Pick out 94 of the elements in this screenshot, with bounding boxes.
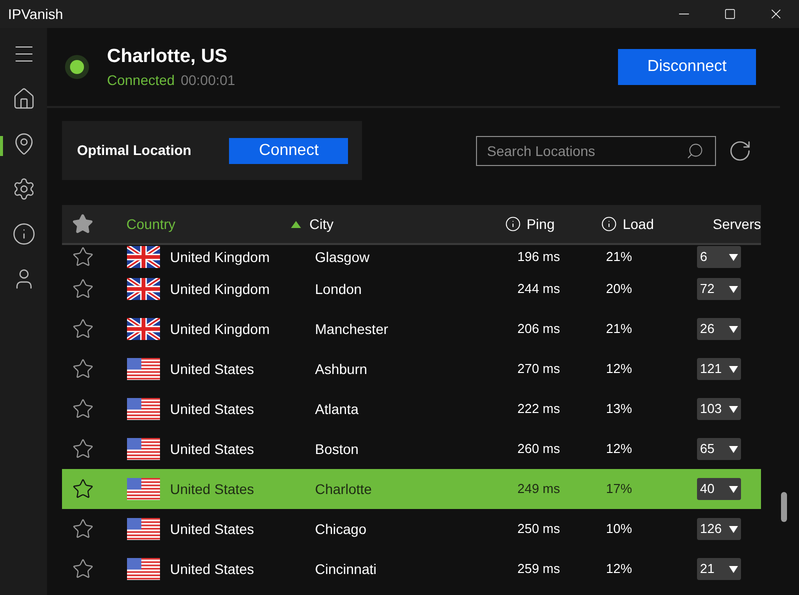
load-cell-text: 20%: [606, 280, 634, 298]
location-row[interactable]: United States Ashburn 270 ms 12% 121: [62, 349, 761, 389]
caret-icon: [729, 486, 738, 492]
search-field[interactable]: Search Locations: [476, 136, 716, 166]
servers-dropdown[interactable]: 40: [697, 478, 741, 500]
servers-dropdown[interactable]: 6: [697, 246, 741, 268]
country-cell-text: United States: [170, 560, 256, 578]
country-cell-text: United States: [170, 400, 256, 418]
favorites-star-icon[interactable]: [72, 213, 94, 235]
location-row[interactable]: United States Cincinnati 259 ms 12% 21: [62, 549, 761, 589]
caret-icon: [729, 254, 738, 260]
load-cell-text: 12%: [606, 440, 634, 458]
ping-cell-text: 196 ms: [516, 248, 560, 266]
refresh-icon[interactable]: [728, 138, 752, 162]
servers-dropdown[interactable]: 26: [697, 318, 741, 340]
location-row[interactable]: United States Chicago 250 ms 10% 126: [62, 509, 761, 549]
country-cell-text: United States: [170, 480, 256, 498]
optimal-location-label: Optimal Location: [77, 141, 192, 160]
caret-icon: [729, 366, 738, 372]
ping-cell-text: 270 ms: [516, 360, 560, 378]
favorite-star-icon[interactable]: [72, 478, 94, 500]
favorite-star-icon[interactable]: [72, 558, 94, 580]
country-cell-text: United Kingdom: [170, 320, 271, 339]
city-cell-text: Ashburn: [315, 360, 368, 378]
favorite-star-icon[interactable]: [72, 246, 94, 268]
ping-cell-text: 259 ms: [516, 560, 560, 578]
city-cell-text: Manchester: [315, 320, 390, 338]
country-cell-text: United States: [170, 440, 256, 458]
connection-time: 00:00:01: [180, 70, 236, 90]
window-title: IPVanish: [8, 4, 63, 24]
city-cell-text: Atlanta: [315, 400, 360, 418]
load-cell-text: 13%: [606, 400, 634, 418]
location-row[interactable]: United Kingdom Glasgow 196 ms 21% 6: [62, 245, 761, 269]
servers-dropdown[interactable]: 126: [697, 518, 741, 540]
favorite-star-icon[interactable]: [72, 438, 94, 460]
location-row[interactable]: United Kingdom London 244 ms 20% 72: [62, 269, 761, 309]
servers-dropdown[interactable]: 103: [697, 398, 741, 420]
connection-status: Connected: [107, 70, 175, 90]
info-icon[interactable]: [12, 222, 36, 246]
load-cell-text: 10%: [606, 520, 634, 538]
load-cell-text: 12%: [606, 360, 634, 378]
column-header[interactable]: Load: [622, 214, 654, 234]
ping-cell-text: 250 ms: [516, 520, 560, 538]
ping-cell-text: 260 ms: [516, 440, 560, 458]
country-cell-text: United Kingdom: [170, 280, 271, 299]
country-cell-text: United States: [170, 520, 256, 538]
scrollbar-thumb[interactable]: [781, 492, 787, 522]
location-row[interactable]: United States Boston 260 ms 12% 65: [62, 429, 761, 469]
location-row[interactable]: United States Charlotte 249 ms 17% 40: [62, 469, 761, 509]
ping-cell-text: 206 ms: [516, 320, 560, 338]
load-cell-text: 17%: [606, 480, 634, 498]
location-row[interactable]: United States Atlanta 222 ms 13% 103: [62, 389, 761, 429]
favorite-star-icon[interactable]: [72, 318, 94, 340]
caret-icon: [729, 526, 738, 532]
city-cell-text: Chicago: [315, 520, 368, 539]
city-cell-text: Glasgow: [315, 248, 370, 267]
city-cell-text: Charlotte: [315, 480, 373, 498]
servers-dropdown[interactable]: 21: [697, 558, 741, 580]
city-cell-text: Cincinnati: [315, 560, 378, 578]
favorite-star-icon[interactable]: [72, 398, 94, 420]
maximize-icon[interactable]: [724, 8, 736, 20]
location-row[interactable]: United Kingdom Manchester 206 ms 21% 26: [62, 309, 761, 349]
servers-dropdown[interactable]: 121: [697, 358, 741, 380]
favorite-star-icon[interactable]: [72, 518, 94, 540]
servers-dropdown[interactable]: 65: [697, 438, 741, 460]
column-header[interactable]: City: [309, 214, 334, 234]
disconnect-button[interactable]: Disconnect: [618, 49, 756, 85]
caret-icon: [729, 326, 738, 332]
caret-icon: [729, 286, 738, 292]
favorite-star-icon[interactable]: [72, 358, 94, 380]
column-header[interactable]: Servers: [712, 214, 761, 234]
country-cell-text: United Kingdom: [170, 248, 271, 267]
city-cell-text: Boston: [315, 440, 360, 458]
favorite-star-icon[interactable]: [72, 278, 94, 300]
home-icon[interactable]: [12, 87, 36, 111]
connect-button[interactable]: Connect: [229, 138, 348, 164]
ping-cell-text: 249 ms: [516, 480, 560, 498]
settings-icon[interactable]: [12, 177, 36, 201]
sort-ascending-icon: [291, 220, 302, 228]
caret-icon: [729, 446, 738, 452]
load-cell-text: 21%: [606, 248, 634, 266]
column-header[interactable]: Ping: [526, 214, 555, 234]
load-cell-text: 12%: [606, 560, 634, 578]
load-cell-text: 21%: [606, 320, 634, 338]
location-title: Charlotte, US: [107, 44, 228, 68]
search-icon[interactable]: [686, 142, 704, 160]
caret-icon: [729, 566, 738, 572]
ping-cell-text: 222 ms: [516, 400, 560, 418]
servers-dropdown[interactable]: 72: [697, 278, 741, 300]
column-header[interactable]: Country: [126, 214, 176, 234]
ping-cell-text: 244 ms: [516, 280, 560, 298]
caret-icon: [729, 406, 738, 412]
city-cell-text: London: [315, 280, 363, 298]
country-cell-text: United States: [170, 360, 256, 378]
